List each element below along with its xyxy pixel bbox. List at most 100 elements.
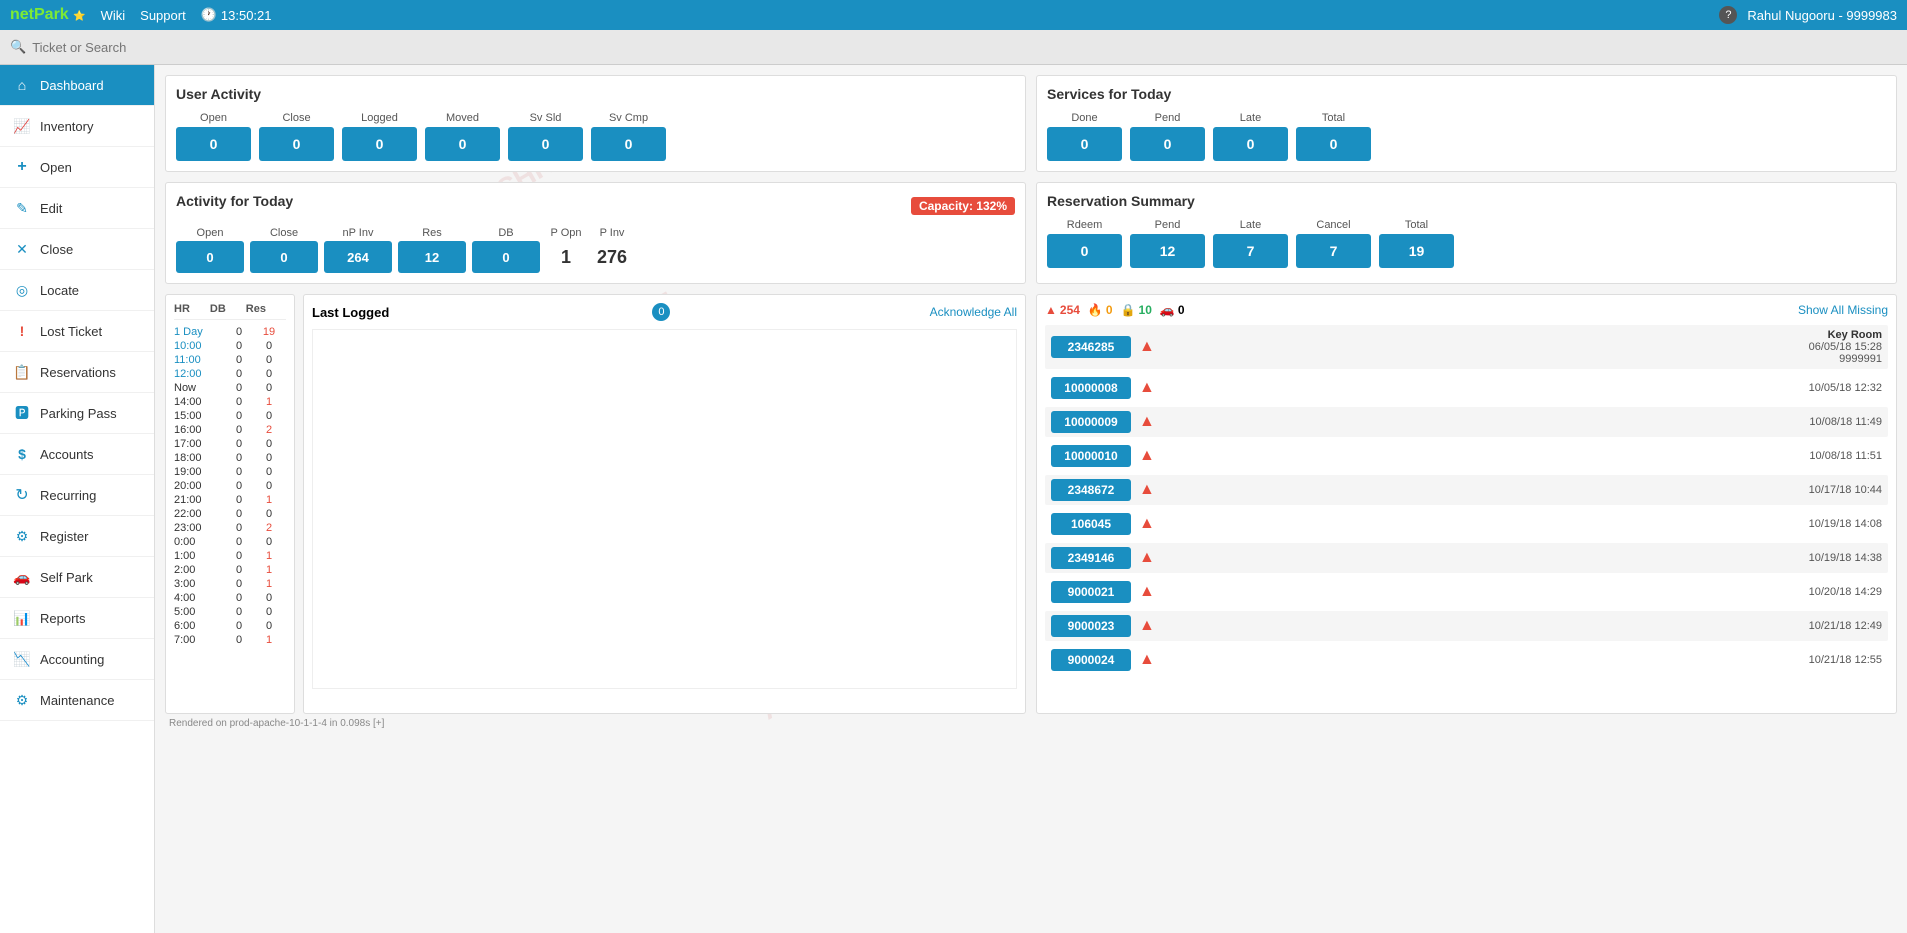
alert-timestamp: 06/05/18 15:28: [1163, 341, 1882, 353]
sidebar-item-register[interactable]: ⚙ Register: [0, 516, 154, 557]
alert-triangle-icon: ▲: [1139, 413, 1155, 431]
sched-hr: 3:00: [174, 578, 224, 590]
stat-pend: Pend 0: [1130, 112, 1205, 161]
register-icon: ⚙: [12, 526, 32, 546]
sidebar-item-accounting[interactable]: 📉 Accounting: [0, 639, 154, 680]
sched-res: 1: [254, 396, 284, 408]
alert-row: 10000010 ▲ 10/08/18 11:51: [1045, 441, 1888, 471]
schedule-row: 19:00 0 0: [174, 465, 286, 479]
sched-hr: 0:00: [174, 536, 224, 548]
acknowledge-all-link[interactable]: Acknowledge All: [930, 305, 1017, 319]
sidebar-item-accounts[interactable]: $ Accounts: [0, 434, 154, 475]
sched-hr: 7:00: [174, 634, 224, 646]
sched-hr: 2:00: [174, 564, 224, 576]
schedule-logged-section: HR DB Res 1 Day 0 19 10:00 0 0 11:00 0 0…: [165, 294, 1026, 714]
schedule-row: 20:00 0 0: [174, 479, 286, 493]
clock: 🕐 13:50:21: [201, 7, 272, 23]
alert-ticket-button[interactable]: 9000021: [1051, 581, 1131, 603]
res-pend-value: 12: [1130, 234, 1205, 268]
show-missing-link[interactable]: Show All Missing: [1798, 303, 1888, 317]
alert-badge-red: ▲ 254: [1045, 303, 1080, 317]
chart-icon: 📈: [12, 116, 32, 136]
sidebar-item-parking-pass[interactable]: 🅿 Parking Pass: [0, 393, 154, 434]
sidebar-item-maintenance[interactable]: ⚙ Maintenance: [0, 680, 154, 721]
schedule-row: 2:00 0 1: [174, 563, 286, 577]
sidebar-item-self-park[interactable]: 🚗 Self Park: [0, 557, 154, 598]
sched-res: 0: [254, 508, 284, 520]
activity-today-card: Activity for Today Capacity: 132% Open 0…: [165, 182, 1026, 284]
stat-sv-sld-label: Sv Sld: [530, 112, 562, 124]
stat-total-value: 0: [1296, 127, 1371, 161]
last-logged-title: Last Logged: [312, 305, 389, 320]
alert-ticket-button[interactable]: 2348672: [1051, 479, 1131, 501]
alerts-scroll[interactable]: 2346285 ▲ Key Room06/05/18 15:289999991 …: [1045, 325, 1888, 705]
alert-ticket-button[interactable]: 9000024: [1051, 649, 1131, 671]
logo: netPark ⭐: [10, 6, 86, 24]
alert-ticket-button[interactable]: 10000008: [1051, 377, 1131, 399]
stat-logged: Logged 0: [342, 112, 417, 161]
alert-ticket-button[interactable]: 9000023: [1051, 615, 1131, 637]
search-input[interactable]: [32, 40, 192, 55]
sched-res: 1: [254, 494, 284, 506]
reservation-stats: Rdeem 0 Pend 12 Late 7 Cancel 7: [1047, 219, 1886, 268]
sched-db: 0: [224, 368, 254, 380]
act-open-label: Open: [197, 227, 224, 239]
alert-green-count: 10: [1139, 303, 1152, 317]
sidebar-item-dashboard[interactable]: ⌂ Dashboard: [0, 65, 154, 106]
stat-open-value: 0: [176, 127, 251, 161]
alert-triangle-icon: ▲: [1139, 549, 1155, 567]
alert-row: 10000008 ▲ 10/05/18 12:32: [1045, 373, 1888, 403]
sched-res: 1: [254, 550, 284, 562]
footer-rendered: Rendered on prod-apache-10-1-1-4 in 0.09…: [165, 714, 1897, 733]
sched-hr: 4:00: [174, 592, 224, 604]
last-logged-scroll[interactable]: [312, 329, 1017, 689]
search-bar: 🔍: [0, 30, 1907, 65]
alert-triangle-icon: ▲: [1139, 617, 1155, 635]
help-icon[interactable]: ?: [1719, 6, 1737, 24]
alert-ticket-button[interactable]: 2346285: [1051, 336, 1131, 358]
sidebar-item-inventory[interactable]: 📈 Inventory: [0, 106, 154, 147]
sidebar-item-locate[interactable]: ◎ Locate: [0, 270, 154, 311]
sidebar-item-reservations[interactable]: 📋 Reservations: [0, 352, 154, 393]
sched-hr: 19:00: [174, 466, 224, 478]
key-room-label: Key Room: [1163, 329, 1882, 341]
alert-info: Key Room06/05/18 15:289999991: [1163, 329, 1882, 365]
support-link[interactable]: Support: [140, 8, 186, 23]
alert-ticket-button[interactable]: 106045: [1051, 513, 1131, 535]
alerts-card: ▲ 254 🔥 0 🔒 10 🚗 0 Show Al: [1036, 294, 1897, 714]
locate-icon: ◎: [12, 280, 32, 300]
sidebar-item-open[interactable]: + Open: [0, 147, 154, 188]
schedule-card: HR DB Res 1 Day 0 19 10:00 0 0 11:00 0 0…: [165, 294, 295, 714]
sched-db: 0: [224, 438, 254, 450]
sidebar-label-lost-ticket: Lost Ticket: [40, 324, 102, 339]
sched-hr-label: HR: [174, 303, 190, 315]
alert-row: 9000023 ▲ 10/21/18 12:49: [1045, 611, 1888, 641]
sidebar-label-maintenance: Maintenance: [40, 693, 114, 708]
self-park-icon: 🚗: [12, 567, 32, 587]
sidebar-item-reports[interactable]: 📊 Reports: [0, 598, 154, 639]
parking-pass-icon: 🅿: [12, 403, 32, 423]
alert-timestamp: 10/08/18 11:51: [1163, 450, 1882, 462]
alert-ticket-button[interactable]: 10000010: [1051, 445, 1131, 467]
sidebar-label-reservations: Reservations: [40, 365, 116, 380]
alert-ticket-button[interactable]: 10000009: [1051, 411, 1131, 433]
sidebar-label-parking-pass: Parking Pass: [40, 406, 117, 421]
act-close-label: Close: [270, 227, 298, 239]
alert-timestamp: 10/20/18 14:29: [1163, 586, 1882, 598]
wiki-link[interactable]: Wiki: [101, 8, 126, 23]
sidebar-item-edit[interactable]: ✎ Edit: [0, 188, 154, 229]
search-icon: 🔍: [10, 39, 26, 55]
top-navigation: netPark ⭐ Wiki Support 🕐 13:50:21 ? Rahu…: [0, 0, 1907, 30]
sidebar-label-open: Open: [40, 160, 72, 175]
sidebar-item-recurring[interactable]: ↻ Recurring: [0, 475, 154, 516]
res-cancel: Cancel 7: [1296, 219, 1371, 268]
sched-db: 0: [224, 578, 254, 590]
act-open-value: 0: [176, 241, 244, 273]
stat-close-label: Close: [282, 112, 310, 124]
plus-icon: +: [12, 157, 32, 177]
sidebar-item-lost-ticket[interactable]: ! Lost Ticket: [0, 311, 154, 352]
act-db: DB 0: [472, 227, 540, 273]
stat-total: Total 0: [1296, 112, 1371, 161]
alert-ticket-button[interactable]: 2349146: [1051, 547, 1131, 569]
sidebar-item-close[interactable]: ✕ Close: [0, 229, 154, 270]
